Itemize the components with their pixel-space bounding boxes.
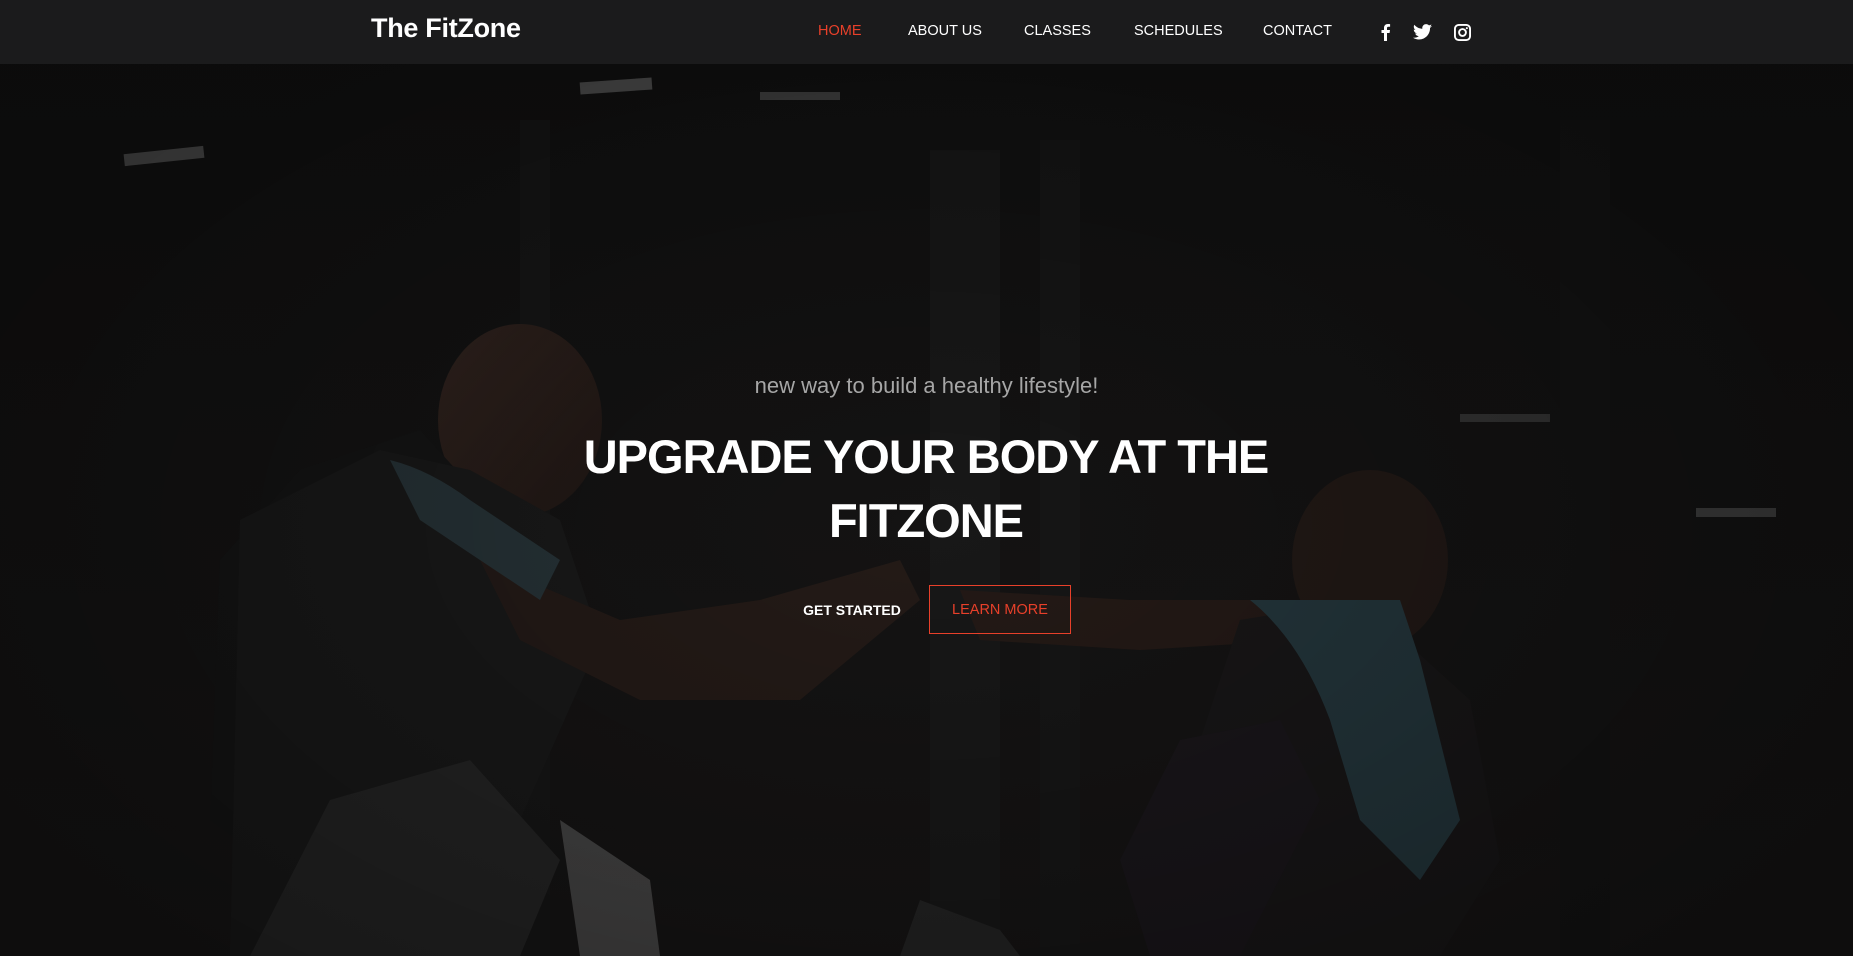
twitter-icon[interactable] <box>1412 22 1432 42</box>
page: The FitZone HOME ABOUT US CLASSES SCHEDU… <box>0 0 1853 956</box>
learn-more-button[interactable]: LEARN MORE <box>929 585 1071 634</box>
hero-title: UPGRADE YOUR BODY AT THE FITZONE <box>583 430 1270 547</box>
nav-contact[interactable]: CONTACT <box>1263 23 1332 39</box>
nav-home[interactable]: HOME <box>818 23 862 39</box>
site-logo[interactable]: The FitZone <box>371 13 521 44</box>
nav-schedules[interactable]: SCHEDULES <box>1134 23 1223 39</box>
facebook-icon[interactable] <box>1375 22 1395 42</box>
hero-subtitle: new way to build a healthy lifestyle! <box>754 373 1099 398</box>
nav-about-us[interactable]: ABOUT US <box>908 23 982 39</box>
get-started-button[interactable]: GET STARTED <box>792 585 912 635</box>
instagram-icon[interactable] <box>1452 22 1472 42</box>
nav-classes[interactable]: CLASSES <box>1024 23 1091 39</box>
top-navbar: The FitZone HOME ABOUT US CLASSES SCHEDU… <box>0 0 1853 64</box>
